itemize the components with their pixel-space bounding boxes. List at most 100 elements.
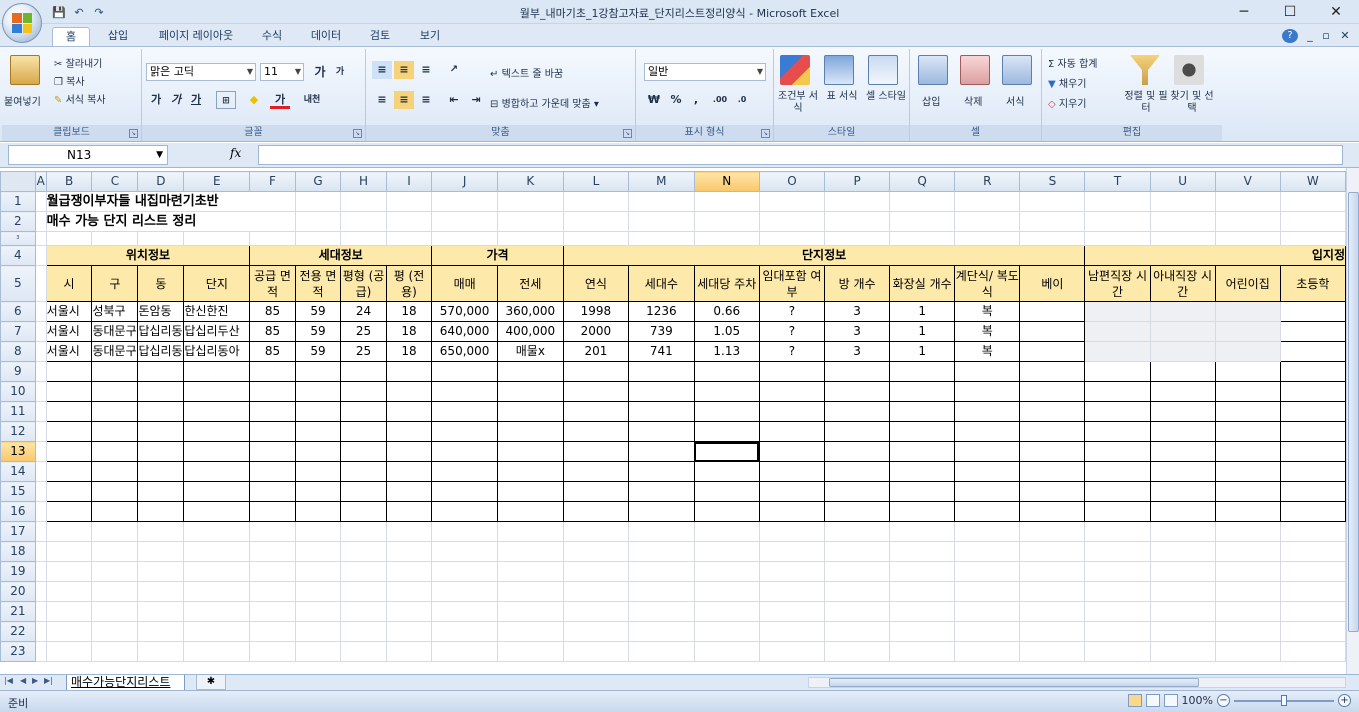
row-header[interactable]: 17 bbox=[0, 521, 36, 542]
cell[interactable] bbox=[1149, 641, 1216, 662]
cell[interactable] bbox=[824, 561, 891, 582]
cell[interactable] bbox=[628, 521, 695, 542]
align-left-icon[interactable]: ≡ bbox=[372, 91, 392, 109]
cell[interactable] bbox=[1214, 501, 1281, 522]
row-header[interactable]: 4 bbox=[0, 245, 36, 266]
cell[interactable] bbox=[954, 461, 1021, 482]
format-button[interactable]: 서식 bbox=[1006, 93, 1024, 108]
cell[interactable] bbox=[431, 521, 498, 542]
cell[interactable] bbox=[628, 231, 695, 246]
cell[interactable] bbox=[496, 501, 564, 522]
cell[interactable] bbox=[34, 521, 47, 542]
italic-button[interactable]: 가 bbox=[166, 91, 186, 109]
cell[interactable] bbox=[1149, 481, 1216, 502]
cell[interactable] bbox=[34, 401, 47, 422]
cell[interactable] bbox=[91, 231, 139, 246]
cell[interactable] bbox=[758, 561, 826, 582]
cell[interactable] bbox=[294, 361, 342, 382]
cell[interactable] bbox=[1019, 461, 1086, 482]
cell[interactable] bbox=[1084, 641, 1151, 662]
data-cell-B[interactable]: 서울시 bbox=[45, 321, 93, 342]
cell[interactable] bbox=[824, 461, 891, 482]
cell[interactable] bbox=[385, 621, 433, 642]
cell[interactable] bbox=[824, 481, 891, 502]
cell[interactable] bbox=[91, 501, 139, 522]
cell[interactable] bbox=[824, 541, 891, 562]
data-cell-K[interactable]: 400,000 bbox=[496, 321, 564, 342]
align-right-icon[interactable]: ≡ bbox=[416, 91, 436, 109]
cell[interactable] bbox=[385, 481, 433, 502]
select-all-corner[interactable] bbox=[0, 171, 36, 192]
sheet-tab[interactable]: 매수가능단지리스트 bbox=[66, 675, 186, 691]
normal-view-icon[interactable] bbox=[1127, 694, 1142, 707]
column-label-K[interactable]: 전세 bbox=[496, 265, 564, 302]
column-label-J[interactable]: 매매 bbox=[431, 265, 498, 302]
ribbon-restore-button[interactable]: ▫ bbox=[1320, 27, 1332, 46]
cell[interactable] bbox=[824, 641, 891, 662]
group-complex[interactable]: 단지정보 bbox=[562, 245, 1086, 266]
cell[interactable] bbox=[45, 381, 93, 402]
cell[interactable] bbox=[824, 361, 891, 382]
row-header[interactable]: 22 bbox=[0, 621, 36, 642]
cell[interactable] bbox=[45, 521, 93, 542]
cell[interactable] bbox=[294, 601, 342, 622]
prev-sheet-icon[interactable]: ◀ bbox=[20, 676, 26, 685]
cell[interactable] bbox=[1149, 461, 1216, 482]
filter-icon[interactable] bbox=[1130, 55, 1160, 85]
cell[interactable] bbox=[693, 381, 760, 402]
phonetic-button[interactable]: 내천 bbox=[298, 91, 326, 109]
cell[interactable] bbox=[137, 401, 185, 422]
data-cell-C[interactable]: 성북구 bbox=[91, 301, 139, 322]
cell[interactable] bbox=[183, 361, 251, 382]
cell[interactable] bbox=[496, 521, 564, 542]
cell[interactable] bbox=[34, 301, 47, 322]
cell[interactable] bbox=[758, 231, 826, 246]
name-box[interactable]: N13 ▼ bbox=[8, 145, 168, 165]
data-cell-W[interactable] bbox=[1279, 341, 1346, 362]
cell[interactable] bbox=[183, 621, 251, 642]
cell[interactable] bbox=[562, 211, 630, 232]
cell[interactable] bbox=[385, 211, 433, 232]
font-name-select[interactable]: 맑은 고딕 ▼ bbox=[146, 63, 256, 81]
cell[interactable] bbox=[183, 401, 251, 422]
cell[interactable] bbox=[1149, 381, 1216, 402]
cell[interactable] bbox=[431, 581, 498, 602]
cell[interactable] bbox=[249, 231, 296, 246]
cell[interactable] bbox=[1084, 621, 1151, 642]
formula-input[interactable] bbox=[258, 145, 1343, 165]
column-label-U[interactable]: 아내직장 시간 bbox=[1149, 265, 1216, 302]
cell[interactable] bbox=[889, 461, 956, 482]
cell[interactable] bbox=[183, 501, 251, 522]
cell[interactable] bbox=[889, 441, 956, 462]
scroll-thumb[interactable] bbox=[1348, 192, 1359, 632]
row-header[interactable]: 14 bbox=[0, 461, 36, 482]
cell[interactable] bbox=[91, 581, 139, 602]
cell[interactable] bbox=[431, 641, 498, 662]
data-cell-R[interactable]: 복 bbox=[954, 301, 1021, 322]
cell[interactable] bbox=[340, 541, 387, 562]
currency-button[interactable]: ₩ bbox=[644, 91, 664, 109]
sheet-subtitle[interactable]: 매수 가능 단지 리스트 정리 bbox=[45, 211, 296, 232]
cell[interactable] bbox=[249, 621, 296, 642]
cell[interactable] bbox=[91, 541, 139, 562]
cell[interactable] bbox=[249, 361, 296, 382]
dialog-launcher-icon[interactable]: ↘ bbox=[623, 129, 632, 138]
column-header[interactable]: I bbox=[385, 171, 433, 192]
cell[interactable] bbox=[45, 601, 93, 622]
cell[interactable] bbox=[183, 441, 251, 462]
cell[interactable] bbox=[693, 641, 760, 662]
cut-button[interactable]: ✂ 잘라내기 bbox=[54, 55, 102, 70]
data-cell-F[interactable]: 85 bbox=[249, 341, 296, 362]
cell[interactable] bbox=[183, 421, 251, 442]
cell[interactable] bbox=[954, 521, 1021, 542]
conditional-format-icon[interactable] bbox=[780, 55, 810, 85]
cell[interactable] bbox=[385, 401, 433, 422]
cell[interactable] bbox=[758, 401, 826, 422]
cell[interactable] bbox=[1019, 211, 1086, 232]
cell[interactable] bbox=[91, 461, 139, 482]
cell[interactable] bbox=[45, 621, 93, 642]
cell[interactable] bbox=[431, 621, 498, 642]
cell[interactable] bbox=[1019, 381, 1086, 402]
cell-styles-icon[interactable] bbox=[868, 55, 898, 85]
cell[interactable] bbox=[562, 521, 630, 542]
